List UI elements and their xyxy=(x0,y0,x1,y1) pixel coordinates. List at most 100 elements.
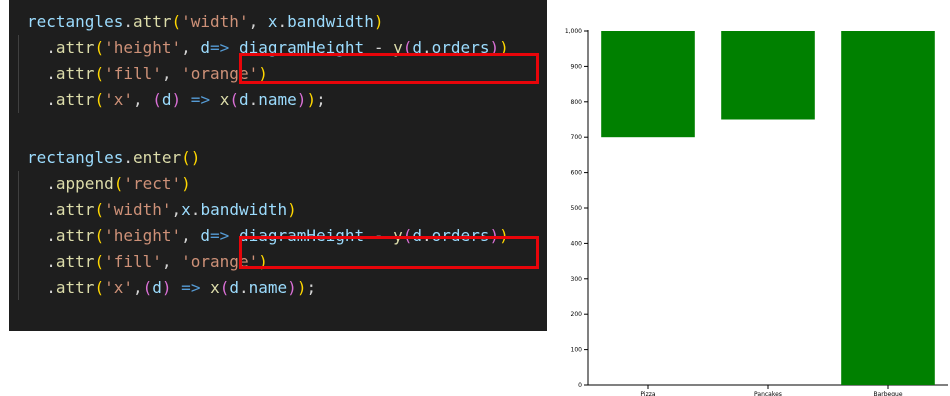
code-token: d xyxy=(229,278,239,297)
code-token: ( xyxy=(152,90,162,109)
code-token: 'height' xyxy=(104,38,182,57)
code-line: rectangles.attr('width', x.bandwidth) xyxy=(27,9,383,35)
code-token: bandwidth xyxy=(287,12,374,31)
code-token: . xyxy=(190,200,201,219)
code-token: ) xyxy=(306,90,317,109)
y-tick-label: 0 xyxy=(578,382,582,389)
y-tick-label: 300 xyxy=(571,276,583,283)
code-token: , xyxy=(161,64,182,83)
code-line: rectangles.enter() xyxy=(27,145,200,171)
code-token: . xyxy=(239,278,249,297)
code-token: . xyxy=(27,278,56,297)
code-token: rectangles xyxy=(27,148,124,167)
code-token: ) xyxy=(181,174,191,193)
code-token: 'x' xyxy=(104,278,133,297)
code-line: .attr('width',x.bandwidth) xyxy=(27,197,297,223)
code-token: . xyxy=(27,90,56,109)
code-token: 'width' xyxy=(181,12,249,31)
bar-pancakes xyxy=(721,31,815,120)
y-tick-label: 200 xyxy=(571,311,583,318)
highlight-box-height-expression-1 xyxy=(239,53,539,84)
code-token: rectangles xyxy=(27,12,124,31)
code-token: x xyxy=(181,200,191,219)
code-token: => xyxy=(181,90,220,109)
code-token: attr xyxy=(55,226,95,245)
code-token: . xyxy=(248,90,259,109)
code-token: () xyxy=(181,148,201,167)
x-tick-label: Barbeque xyxy=(873,391,902,396)
code-token: . xyxy=(27,226,56,245)
code-token: => xyxy=(171,278,211,297)
x-tick-label: Pancakes xyxy=(754,391,782,396)
code-token: , xyxy=(161,252,182,271)
code-token: 'height' xyxy=(104,226,182,245)
code-token: d xyxy=(200,226,211,245)
code-token: . xyxy=(27,200,56,219)
code-token: 'rect' xyxy=(123,174,182,193)
code-token: name xyxy=(248,278,288,297)
code-token: ( xyxy=(113,174,124,193)
code-token: ) xyxy=(161,278,172,297)
y-tick-label: 400 xyxy=(571,240,583,247)
code-token: ( xyxy=(229,90,239,109)
code-token: attr xyxy=(55,38,95,57)
y-tick-label: 600 xyxy=(571,170,583,177)
y-tick-label: 800 xyxy=(571,99,583,106)
code-token: . xyxy=(27,174,56,193)
code-line: .attr('fill', 'orange') xyxy=(27,61,268,87)
code-token: => xyxy=(210,38,230,57)
code-token: ) xyxy=(296,90,307,109)
bar-pizza xyxy=(601,31,695,138)
code-token: 'fill' xyxy=(104,252,162,271)
code-token: attr xyxy=(55,64,95,83)
indent-guide xyxy=(18,171,19,300)
code-token: , xyxy=(248,12,268,31)
code-token: , xyxy=(171,200,182,219)
code-token: attr xyxy=(55,278,95,297)
highlight-box-height-expression-2 xyxy=(239,236,539,269)
code-token: , xyxy=(181,38,201,57)
code-token: . xyxy=(277,12,288,31)
code-token: d xyxy=(200,38,211,57)
code-token: ) xyxy=(171,90,182,109)
y-tick-label: 1,000 xyxy=(565,28,582,35)
code-token: . xyxy=(123,148,133,167)
code-token: , xyxy=(132,90,153,109)
code-token: ( xyxy=(94,38,105,57)
y-tick-label: 700 xyxy=(571,134,583,141)
code-token: attr xyxy=(55,200,95,219)
code-token: ; xyxy=(306,278,317,297)
code-token: attr xyxy=(55,90,95,109)
bar-barbeque xyxy=(841,31,935,385)
y-tick-label: 900 xyxy=(571,63,583,70)
code-token: . xyxy=(27,64,56,83)
code-editor[interactable]: rectangles.attr('width', x.bandwidth) .a… xyxy=(9,0,547,331)
y-axis: 0 100 200 300 400 500 600 700 800 900 1,000 xyxy=(565,28,589,389)
code-token: ; xyxy=(316,90,326,109)
code-token: . xyxy=(123,12,133,31)
code-token: d xyxy=(152,278,162,297)
code-token: append xyxy=(55,174,114,193)
code-token: , xyxy=(181,226,201,245)
code-token: enter xyxy=(132,148,182,167)
code-token: d xyxy=(161,90,172,109)
code-token: => xyxy=(210,226,230,245)
code-token: ( xyxy=(142,278,153,297)
code-token: attr xyxy=(55,252,95,271)
code-token: x xyxy=(210,278,220,297)
code-line: .attr('x', (d) => x(d.name)); xyxy=(27,87,326,113)
code-token: ) xyxy=(373,12,384,31)
code-token: ( xyxy=(94,90,105,109)
code-line: .attr('x',(d) => x(d.name)); xyxy=(27,275,316,301)
code-token: ( xyxy=(171,12,182,31)
code-token: x xyxy=(219,90,230,109)
code-token: name xyxy=(258,90,297,109)
code-token: , xyxy=(132,278,143,297)
code-line: .attr('fill', 'orange') xyxy=(27,249,268,275)
code-token: bandwidth xyxy=(200,200,288,219)
code-token: 'width' xyxy=(104,200,172,219)
y-tick-label: 100 xyxy=(571,347,583,354)
code-token: ( xyxy=(94,226,105,245)
